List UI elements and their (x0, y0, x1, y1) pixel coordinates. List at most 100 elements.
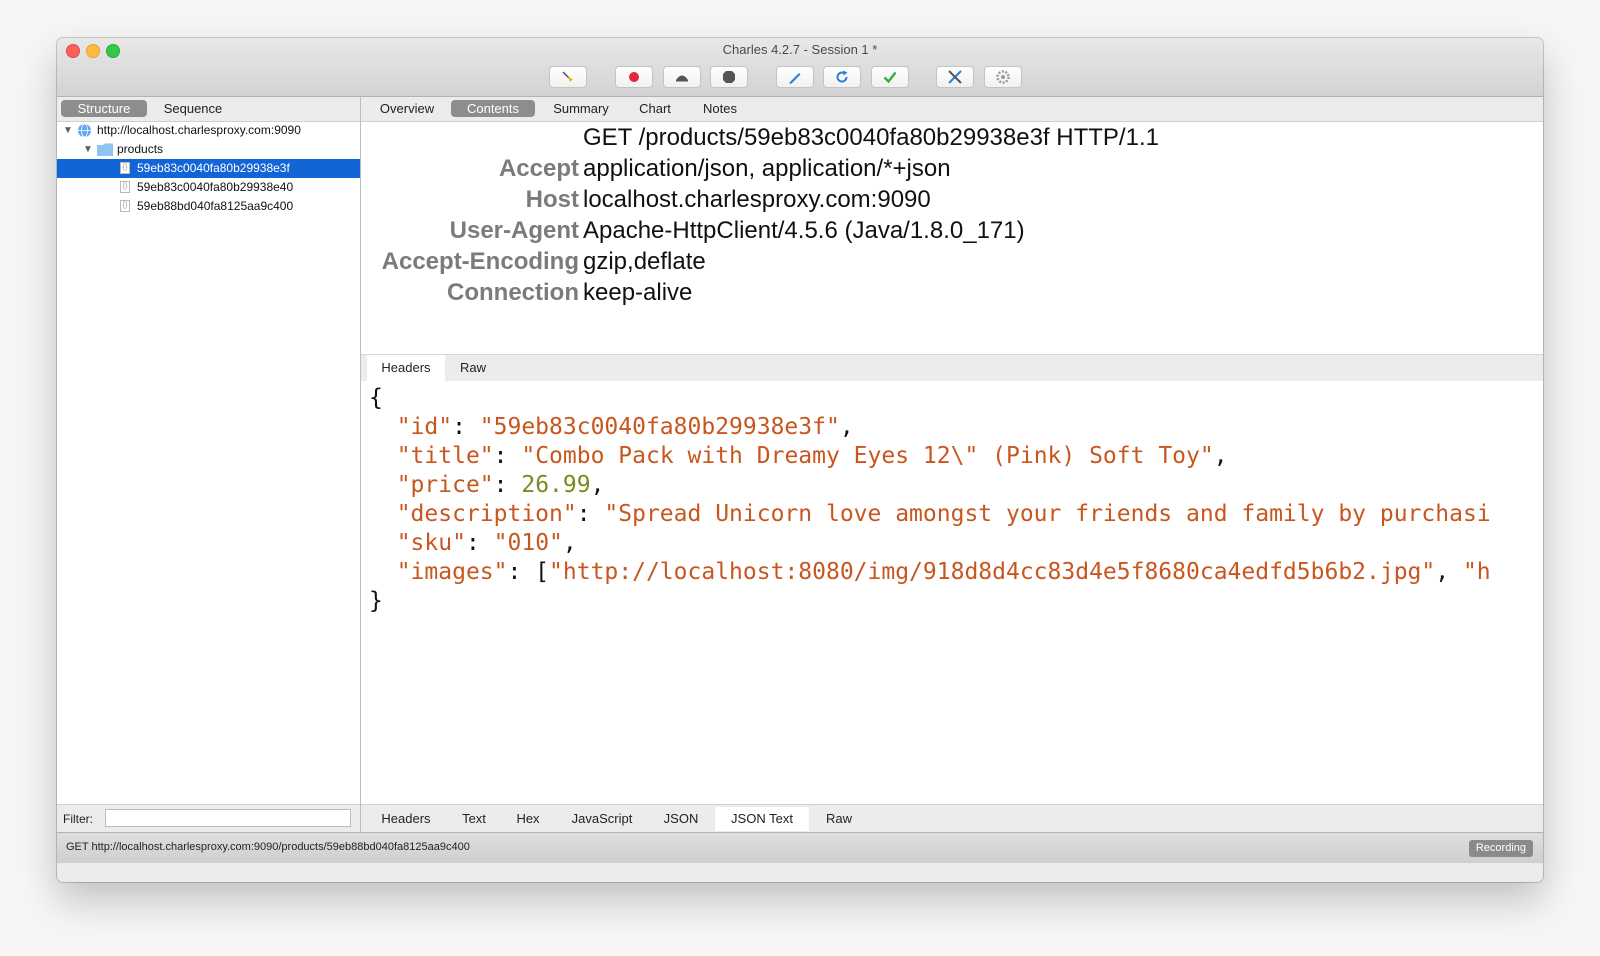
header-value: gzip,deflate (583, 248, 706, 275)
json-string: "010" (493, 530, 563, 556)
recording-badge[interactable]: Recording (1468, 840, 1533, 857)
header-value: localhost.charlesproxy.com:9090 (583, 186, 931, 213)
tree-item-row[interactable]: {} 59eb88bd040fa8125aa9c400 (57, 197, 360, 216)
request-view-tabs: Headers Raw (361, 354, 1543, 382)
json-key: "images" (396, 559, 508, 585)
header-value: Apache-HttpClient/4.5.6 (Java/1.8.0_171) (583, 217, 1025, 244)
header-value: keep-alive (583, 279, 693, 306)
header-name: Accept-Encoding (381, 248, 579, 275)
header-row: Accept-Encoding gzip,deflate (361, 246, 1543, 277)
validate-button[interactable] (871, 66, 909, 88)
header-row: Accept application/json, application/*+j… (361, 153, 1543, 184)
tab-request-headers[interactable]: Headers (367, 355, 445, 381)
json-file-icon: {} (120, 162, 130, 174)
header-name: Connection (447, 279, 579, 306)
json-file-icon: {} (120, 200, 130, 212)
tab-contents[interactable]: Contents (451, 100, 535, 117)
json-field-price: "price": 26.99, (396, 472, 605, 498)
tab-response-text[interactable]: Text (451, 807, 497, 831)
settings-gear-icon (996, 70, 1010, 84)
json-field-sku: "sku": "010", (396, 530, 577, 556)
folder-icon (97, 143, 113, 156)
compose-pen-icon (789, 73, 801, 84)
header-row: Host localhost.charlesproxy.com:9090 (361, 184, 1543, 215)
filter-input[interactable] (105, 809, 351, 827)
tab-response-json-text[interactable]: JSON Text (715, 807, 809, 831)
repeat-refresh-icon (836, 70, 848, 83)
clear-session-button[interactable] (549, 66, 587, 88)
status-bar: GET http://localhost.charlesproxy.com:90… (57, 832, 1543, 863)
window-title: Charles 4.2.7 - Session 1 * (722, 42, 878, 57)
settings-button[interactable] (984, 66, 1022, 88)
tab-response-raw[interactable]: Raw (817, 807, 861, 831)
tree-item-row[interactable]: {} 59eb83c0040fa80b29938e40 (57, 178, 360, 197)
charles-window: Charles 4.2.7 - Session 1 * Structure Se… (57, 38, 1543, 882)
json-key: "description" (396, 501, 577, 527)
json-number: 26.99 (521, 472, 591, 498)
tab-response-headers[interactable]: Headers (369, 807, 443, 831)
tree-folder-row[interactable]: ▼ products (57, 140, 360, 159)
repeat-button[interactable] (823, 66, 861, 88)
breakpoint-stop-icon (723, 71, 735, 83)
view-mode-tabs: Structure Sequence (57, 97, 360, 122)
record-icon (629, 72, 639, 82)
throttle-turtle-icon (676, 75, 688, 82)
tab-chart[interactable]: Chart (629, 100, 681, 117)
tab-response-json[interactable]: JSON (655, 807, 707, 831)
tree-host-row[interactable]: ▼ http://localhost.charlesproxy.com:9090 (57, 121, 360, 140)
tab-response-javascript[interactable]: JavaScript (559, 807, 645, 831)
host-label: http://localhost.charlesproxy.com:9090 (97, 123, 301, 137)
header-name: Host (525, 186, 579, 213)
tab-notes[interactable]: Notes (693, 100, 747, 117)
tree-item-row[interactable]: {} 59eb83c0040fa80b29938e3f (57, 159, 360, 178)
header-name: Accept (498, 155, 579, 182)
json-field-images: "images": ["http://localhost:8080/img/91… (396, 559, 1491, 585)
tree-item-label: 59eb83c0040fa80b29938e3f (137, 161, 290, 175)
json-string: "h (1462, 559, 1491, 585)
detail-pane: Overview Contents Summary Chart Notes GE… (361, 97, 1543, 833)
filter-label: Filter: (63, 812, 93, 826)
json-key: "price" (396, 472, 494, 498)
json-field-id: "id": "59eb83c0040fa80b29938e3f", (396, 414, 854, 440)
header-row: Connection keep-alive (361, 277, 1543, 308)
structure-pane: Structure Sequence ▼ http://localhost.ch… (57, 97, 361, 833)
json-text-view[interactable]: { "id": "59eb83c0040fa80b29938e3f", "tit… (361, 381, 1543, 803)
header-row: User-Agent Apache-HttpClient/4.5.6 (Java… (361, 215, 1543, 246)
json-string: "http://localhost:8080/img/918d8d4cc83d4… (549, 559, 1436, 585)
validate-check-icon (883, 71, 897, 84)
disclosure-triangle-icon[interactable]: ▼ (83, 140, 93, 159)
json-key: "title" (396, 443, 494, 469)
json-field-title: "title": "Combo Pack with Dreamy Eyes 12… (396, 443, 1228, 469)
json-file-icon: {} (120, 181, 130, 193)
throttle-button[interactable] (663, 66, 701, 88)
disclosure-triangle-icon[interactable]: ▼ (63, 121, 73, 140)
json-string: "Combo Pack with Dreamy Eyes 12\" (Pink)… (521, 443, 1214, 469)
json-key: "id" (396, 414, 453, 440)
broom-icon (562, 71, 573, 82)
response-view-tabs: Headers Text Hex JavaScript JSON JSON Te… (361, 804, 1543, 833)
request-headers-view: GET /products/59eb83c0040fa80b29938e3f H… (361, 122, 1543, 354)
json-open-brace: { (369, 385, 383, 411)
json-string: "59eb83c0040fa80b29938e3f" (479, 414, 840, 440)
tab-summary[interactable]: Summary (544, 100, 618, 117)
tree-item-label: 59eb83c0040fa80b29938e40 (137, 180, 294, 194)
header-value: application/json, application/*+json (583, 155, 951, 182)
compose-button[interactable] (776, 66, 814, 88)
tab-structure[interactable]: Structure (61, 100, 147, 117)
filter-bar: Filter: (57, 804, 360, 833)
tools-button[interactable] (936, 66, 974, 88)
tab-request-raw[interactable]: Raw (449, 355, 497, 381)
globe-icon (78, 123, 91, 138)
folder-label: products (117, 142, 164, 156)
tab-overview[interactable]: Overview (373, 100, 441, 117)
detail-tabs: Overview Contents Summary Chart Notes (361, 97, 1543, 122)
tab-response-hex[interactable]: Hex (507, 807, 549, 831)
record-button[interactable] (615, 66, 653, 88)
tab-sequence[interactable]: Sequence (151, 100, 235, 117)
json-string: "Spread Unicorn love amongst your friend… (604, 501, 1491, 527)
header-name: User-Agent (449, 217, 579, 244)
title-bar: Charles 4.2.7 - Session 1 * (57, 38, 1543, 97)
request-line: GET /products/59eb83c0040fa80b29938e3f H… (583, 124, 1159, 151)
status-text: GET http://localhost.charlesproxy.com:90… (66, 841, 470, 853)
breakpoints-button[interactable] (710, 66, 748, 88)
